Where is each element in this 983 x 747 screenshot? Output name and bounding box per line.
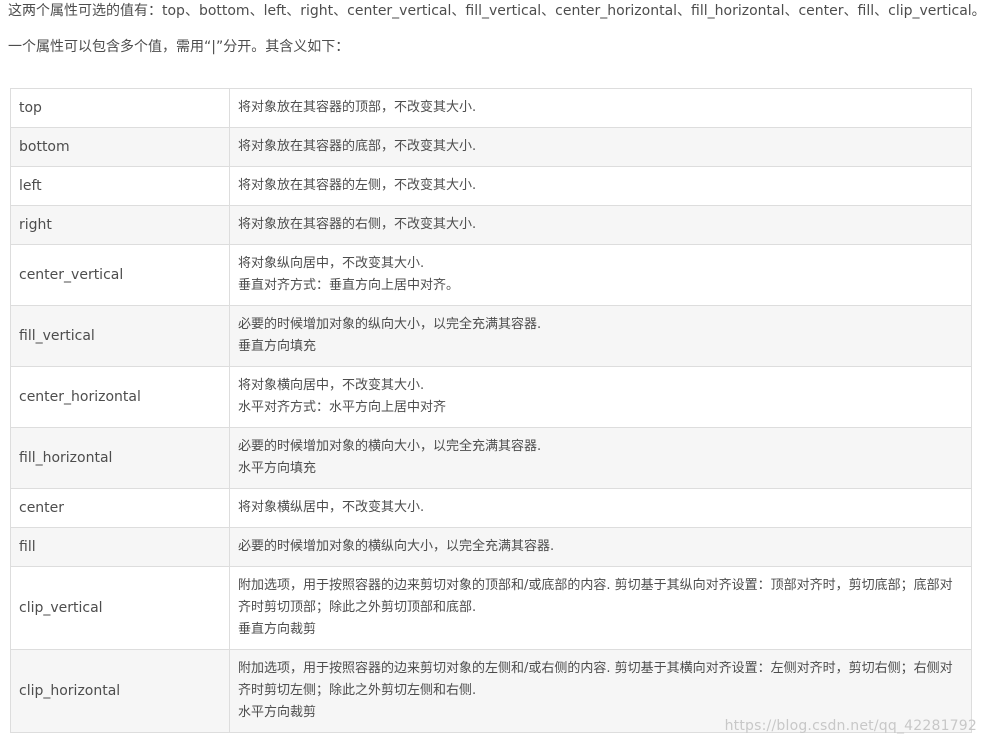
attribute-description-cell: 将对象横纵居中，不改变其大小. [229, 488, 972, 528]
attribute-description-cell: 将对象放在其容器的底部，不改变其大小. [229, 127, 972, 167]
table-row: center_horizontal 将对象横向居中，不改变其大小. 水平对齐方式：水… [10, 366, 972, 428]
description-line: 必要的时候增加对象的横纵向大小，以完全充满其容器. [238, 539, 555, 554]
description-line: 将对象放在其容器的顶部，不改变其大小. [238, 100, 477, 115]
attribute-description-cell: 必要的时候增加对象的横纵向大小，以完全充满其容器. [229, 527, 972, 567]
attribute-name-cell: top [10, 88, 230, 128]
description-line: 附加选项，用于按照容器的边来剪切对象的顶部和/或底部的内容. 剪切基于其纵向对齐… [238, 578, 953, 615]
attribute-name-cell: fill_vertical [10, 305, 230, 367]
attribute-name-cell: center_vertical [10, 244, 230, 306]
attribute-name-cell: center [10, 488, 230, 528]
attribute-description-cell: 将对象放在其容器的顶部，不改变其大小. [229, 88, 972, 128]
description-line: 水平对齐方式：水平方向上居中对齐 [238, 400, 447, 415]
attribute-name-cell: fill_horizontal [10, 427, 230, 489]
intro-line-2: 一个属性可以包含多个值，需用“|”分开。其含义如下： [8, 39, 350, 55]
table-row: fill 必要的时候增加对象的横纵向大小，以完全充满其容器. [10, 527, 972, 567]
table-row: fill_horizontal 必要的时候增加对象的横向大小，以完全充满其容器. 水… [10, 427, 972, 489]
attribute-name-cell: fill [10, 527, 230, 567]
table-row: center_vertical 将对象纵向居中，不改变其大小. 垂直对齐方式：垂直方… [10, 244, 972, 306]
attribute-description-cell: 将对象纵向居中，不改变其大小. 垂直对齐方式：垂直方向上居中对齐。 [229, 244, 972, 306]
attribute-name-cell: left [10, 166, 230, 206]
table-row: top 将对象放在其容器的顶部，不改变其大小. [10, 88, 972, 128]
attribute-description-cell: 将对象放在其容器的右侧，不改变其大小. [229, 205, 972, 245]
description-line: 将对象放在其容器的左侧，不改变其大小. [238, 178, 477, 193]
intro-line-1: 这两个属性可选的值有：top、bottom、left、right、center_… [8, 3, 983, 19]
attribute-name-cell: right [10, 205, 230, 245]
description-line: 必要的时候增加对象的横向大小，以完全充满其容器. [238, 439, 542, 454]
attribute-description-cell: 必要的时候增加对象的纵向大小，以完全充满其容器. 垂直方向填充 [229, 305, 972, 367]
table-row: fill_vertical 必要的时候增加对象的纵向大小，以完全充满其容器. 垂直方… [10, 305, 972, 367]
attribute-name-cell: bottom [10, 127, 230, 167]
description-line: 水平方向填充 [238, 461, 317, 476]
table-row: left 将对象放在其容器的左侧，不改变其大小. [10, 166, 972, 206]
description-line: 将对象放在其容器的底部，不改变其大小. [238, 139, 477, 154]
table-row: center 将对象横纵居中，不改变其大小. [10, 488, 972, 528]
table-row: bottom 将对象放在其容器的底部，不改变其大小. [10, 127, 972, 167]
attribute-description-cell: 必要的时候增加对象的横向大小，以完全充满其容器. 水平方向填充 [229, 427, 972, 489]
description-line: 必要的时候增加对象的纵向大小，以完全充满其容器. [238, 317, 542, 332]
description-line: 垂直对齐方式：垂直方向上居中对齐。 [238, 278, 460, 293]
description-line: 垂直方向裁剪 [238, 622, 317, 637]
attribute-name-cell: clip_horizontal [10, 649, 230, 733]
watermark: https://blog.csdn.net/qq_42281792 [724, 718, 977, 734]
description-line: 将对象横纵居中，不改变其大小. [238, 500, 425, 515]
attribute-description-cell: 附加选项，用于按照容器的边来剪切对象的顶部和/或底部的内容. 剪切基于其纵向对齐… [229, 566, 972, 650]
attribute-name-cell: center_horizontal [10, 366, 230, 428]
table-row: right 将对象放在其容器的右侧，不改变其大小. [10, 205, 972, 245]
attribute-name-cell: clip_vertical [10, 566, 230, 650]
description-line: 垂直方向填充 [238, 339, 317, 354]
table-body: top 将对象放在其容器的顶部，不改变其大小. bottom 将对象放在其容器的底部，… [10, 88, 972, 733]
attribute-description-cell: 将对象放在其容器的左侧，不改变其大小. [229, 166, 972, 206]
attribute-description-cell: 将对象横向居中，不改变其大小. 水平对齐方式：水平方向上居中对齐 [229, 366, 972, 428]
gravity-attribute-table: top 将对象放在其容器的顶部，不改变其大小. bottom 将对象放在其容器的底部，… [10, 88, 972, 733]
table-row: clip_vertical 附加选项，用于按照容器的边来剪切对象的顶部和/或底部的… [10, 566, 972, 650]
description-line: 将对象横向居中，不改变其大小. [238, 378, 425, 393]
description-line: 将对象放在其容器的右侧，不改变其大小. [238, 217, 477, 232]
description-line: 附加选项，用于按照容器的边来剪切对象的左侧和/或右侧的内容. 剪切基于其横向对齐… [238, 661, 953, 698]
description-line: 将对象纵向居中，不改变其大小. [238, 256, 425, 271]
